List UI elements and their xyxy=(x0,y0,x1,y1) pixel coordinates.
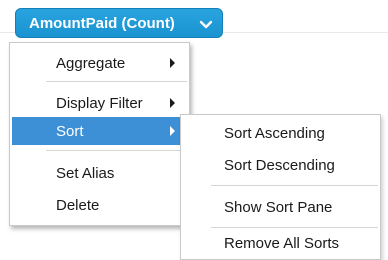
menu-item-show-sort-pane[interactable]: Show Sort Pane xyxy=(181,193,380,221)
menu-item-label: Display Filter xyxy=(56,94,143,112)
field-pill-label: AmountPaid (Count) xyxy=(29,14,175,32)
menu-separator xyxy=(46,81,187,82)
menu-separator xyxy=(211,185,378,186)
menu-separator xyxy=(211,227,378,228)
submenu-arrow-icon xyxy=(170,126,175,136)
submenu-arrow-icon xyxy=(170,58,175,68)
menu-item-delete[interactable]: Delete xyxy=(10,191,189,219)
menu-item-display-filter[interactable]: Display Filter xyxy=(10,89,189,117)
menu-separator xyxy=(46,150,187,151)
menu-item-label: Aggregate xyxy=(56,54,126,72)
field-context-menu: Aggregate Display Filter Sort Set Alias … xyxy=(9,42,190,226)
sort-submenu: Sort Ascending Sort Descending Show Sort… xyxy=(180,114,381,260)
menu-item-sort[interactable]: Sort xyxy=(12,117,187,145)
menu-item-label: Remove All Sorts xyxy=(224,234,340,252)
menu-item-sort-descending[interactable]: Sort Descending xyxy=(181,151,380,179)
chevron-down-icon xyxy=(199,20,213,29)
menu-item-set-alias[interactable]: Set Alias xyxy=(10,159,189,187)
field-pill-button[interactable]: AmountPaid (Count) xyxy=(15,8,223,38)
menu-item-label: Sort Descending xyxy=(224,156,335,174)
menu-item-remove-all-sorts[interactable]: Remove All Sorts xyxy=(181,229,380,257)
menu-item-label: Sort xyxy=(56,122,84,140)
menu-item-sort-ascending[interactable]: Sort Ascending xyxy=(181,119,380,147)
menu-item-label: Show Sort Pane xyxy=(224,198,333,216)
menu-item-label: Sort Ascending xyxy=(224,124,325,142)
menu-item-aggregate[interactable]: Aggregate xyxy=(10,49,189,77)
menu-item-label: Set Alias xyxy=(56,164,115,182)
menu-item-label: Delete xyxy=(56,196,100,214)
submenu-arrow-icon xyxy=(170,98,175,108)
